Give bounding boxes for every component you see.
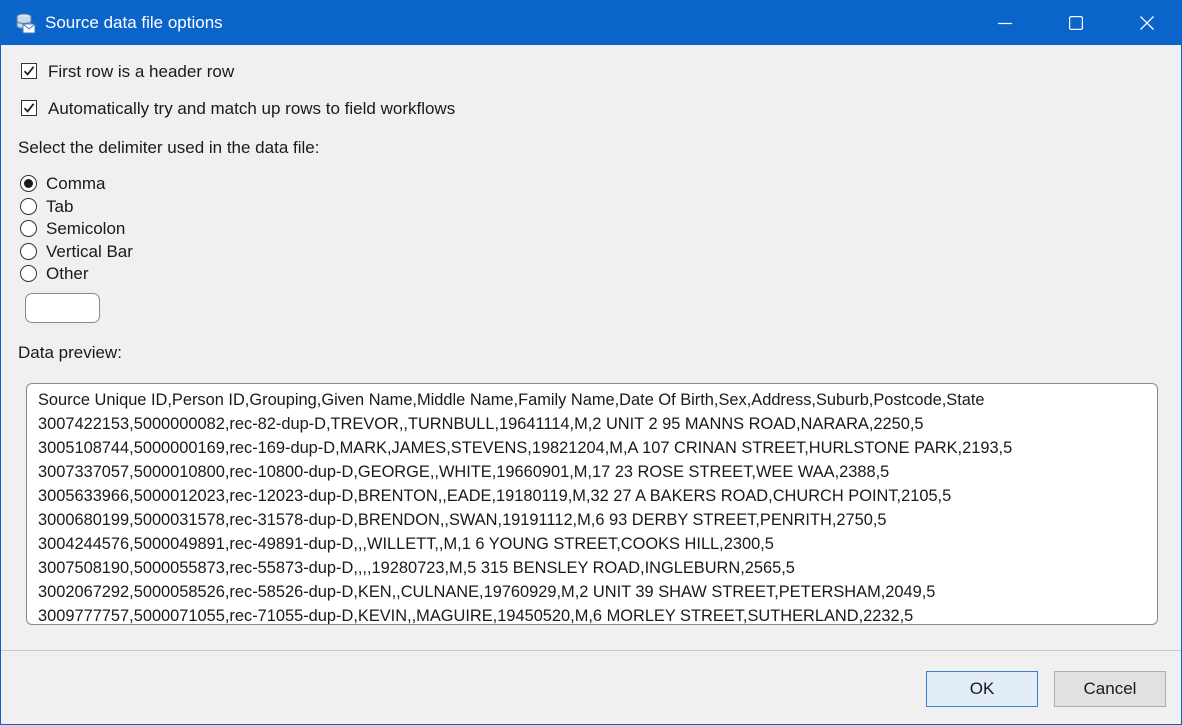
preview-line: 3000680199,5000031578,rec-31578-dup-D,BR… [38,511,887,529]
header-row-checkbox[interactable] [21,63,37,79]
radio-label: Tab [46,197,74,216]
radio-button[interactable] [20,198,37,215]
other-delimiter-input[interactable] [25,293,100,323]
dialog-window: Source data file options First row is a … [0,0,1182,725]
preview-line: 3005633966,5000012023,rec-12023-dup-D,BR… [38,487,952,505]
preview-line: 3009777757,5000071055,rec-71055-dup-D,KE… [38,607,914,625]
radio-label: Comma [46,174,106,193]
minimize-button[interactable] [977,1,1033,45]
delimiter-prompt: Select the delimiter used in the data fi… [18,138,320,157]
radio-button[interactable] [20,220,37,237]
radio-button[interactable] [20,175,37,192]
cancel-button[interactable]: Cancel [1054,671,1166,707]
footer-separator [1,650,1181,651]
minimize-icon [998,22,1012,25]
maximize-button[interactable] [1048,1,1104,45]
preview-line: Source Unique ID,Person ID,Grouping,Give… [38,391,985,409]
auto-match-checkbox[interactable] [21,100,37,116]
radio-selected-dot [24,179,33,188]
radio-button[interactable] [20,243,37,260]
data-preview-box[interactable]: Source Unique ID,Person ID,Grouping,Give… [26,383,1158,625]
preview-line: 3004244576,5000049891,rec-49891-dup-D,,,… [38,535,774,553]
ok-button[interactable]: OK [926,671,1038,707]
maximize-icon [1069,16,1083,30]
checkmark-icon [23,66,35,76]
preview-line: 3005108744,5000000169,rec-169-dup-D,MARK… [38,439,1013,457]
radio-button[interactable] [20,265,37,282]
preview-lines: Source Unique ID,Person ID,Grouping,Give… [38,388,1013,625]
preview-line: 3007422153,5000000082,rec-82-dup-D,TREVO… [38,415,924,433]
window-title: Source data file options [45,13,223,32]
database-envelope-icon [14,12,36,34]
preview-line: 3007337057,5000010800,rec-10800-dup-D,GE… [38,463,890,481]
preview-label: Data preview: [18,343,122,362]
radio-label: Vertical Bar [46,242,133,261]
radio-label: Semicolon [46,219,126,238]
header-row-label: First row is a header row [48,62,235,81]
close-icon [1140,16,1154,30]
preview-line: 3007508190,5000055873,rec-55873-dup-D,,,… [38,559,795,577]
title-bar[interactable]: Source data file options [1,1,1181,45]
preview-line: 3002067292,5000058526,rec-58526-dup-D,KE… [38,583,936,601]
close-button[interactable] [1119,1,1175,45]
auto-match-label: Automatically try and match up rows to f… [48,99,456,118]
checkmark-icon [23,103,35,113]
radio-label: Other [46,264,89,283]
